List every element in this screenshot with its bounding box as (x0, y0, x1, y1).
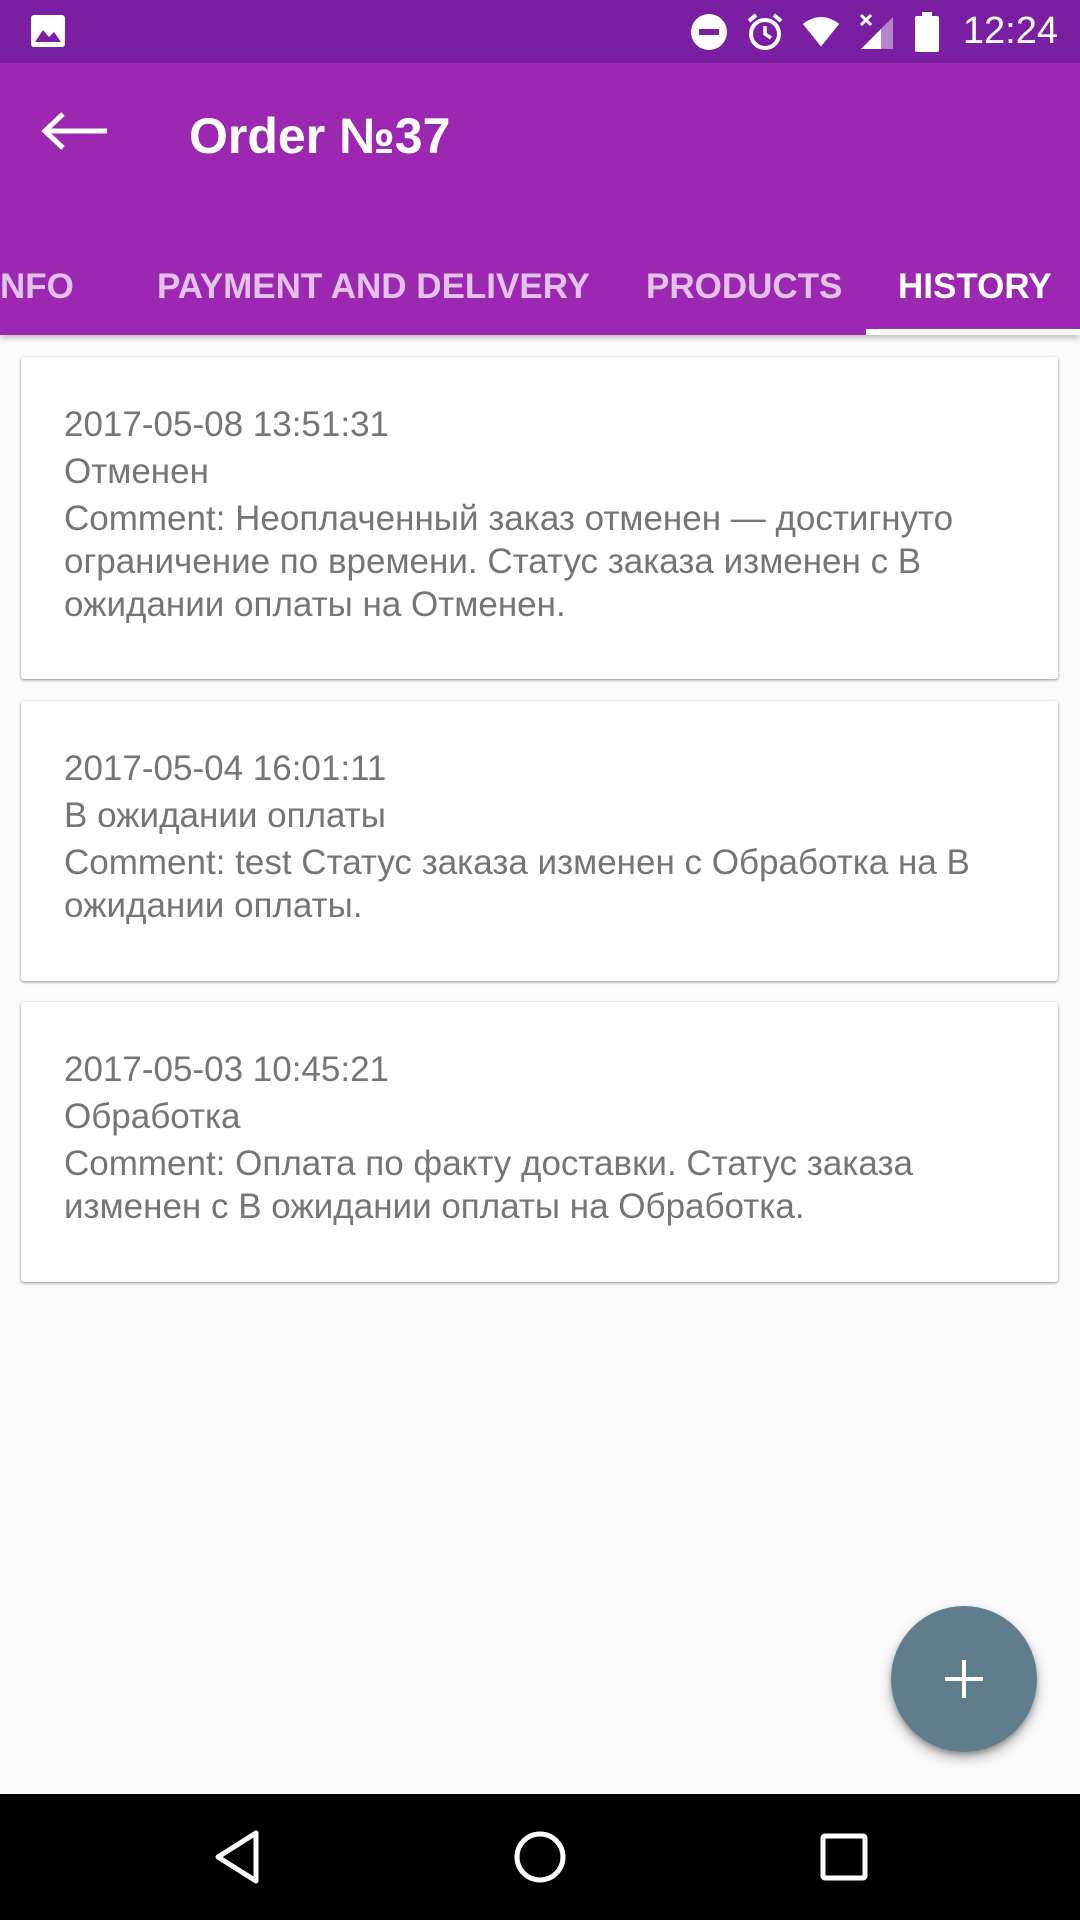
history-date: 2017-05-03 10:45:21 (64, 1050, 389, 1089)
history-status: Обработка (64, 1097, 241, 1136)
page-title: Order №37 (189, 108, 451, 164)
recents-square-icon (820, 1833, 868, 1881)
history-comment: Comment: Неоплаченный заказ отменен — до… (64, 499, 954, 624)
add-history-button[interactable] (891, 1606, 1037, 1752)
tab-products[interactable]: PRODUCTS (646, 243, 842, 335)
tab-bar: NFO PAYMENT AND DELIVERY PRODUCTS HISTOR… (0, 243, 1080, 335)
history-card: 2017-05-08 13:51:31 Отменен Comment: Нео… (21, 357, 1058, 679)
home-circle-icon (514, 1831, 566, 1883)
alarm-icon (745, 12, 785, 52)
history-comment: Comment: test Статус заказа изменен с Об… (64, 843, 970, 925)
battery-icon (913, 11, 941, 52)
tab-info[interactable]: NFO (0, 243, 74, 335)
gallery-icon (30, 14, 66, 48)
tab-payment-and-delivery[interactable]: PAYMENT AND DELIVERY (157, 243, 590, 335)
back-button[interactable] (30, 101, 120, 161)
history-status: Отменен (64, 452, 209, 491)
history-card: 2017-05-03 10:45:21 Обработка Comment: О… (21, 1002, 1058, 1282)
history-status: В ожидании оплаты (64, 796, 386, 835)
nav-back-button[interactable] (202, 1822, 272, 1892)
app-bar: Order №37 NFO PAYMENT AND DELIVERY PRODU… (0, 63, 1080, 335)
history-date: 2017-05-08 13:51:31 (64, 405, 389, 444)
navigation-bar (0, 1794, 1080, 1920)
tab-history[interactable]: HISTORY (898, 243, 1052, 335)
back-triangle-icon (215, 1830, 259, 1884)
history-date: 2017-05-04 16:01:11 (64, 749, 387, 788)
tab-indicator (866, 329, 1080, 335)
history-comment: Comment: Оплата по факту доставки. Стату… (64, 1144, 913, 1226)
status-time: 12:24 (962, 10, 1058, 52)
nav-home-button[interactable] (505, 1822, 575, 1892)
do-not-disturb-icon (689, 12, 729, 52)
wifi-icon (801, 12, 841, 52)
history-card: 2017-05-04 16:01:11 В ожидании оплаты Co… (21, 701, 1058, 981)
arrow-back-icon (41, 112, 107, 150)
nav-recents-button[interactable] (809, 1822, 879, 1892)
status-bar: 12:24 (0, 0, 1080, 63)
signal-icon (857, 12, 897, 52)
plus-icon (945, 1660, 983, 1698)
